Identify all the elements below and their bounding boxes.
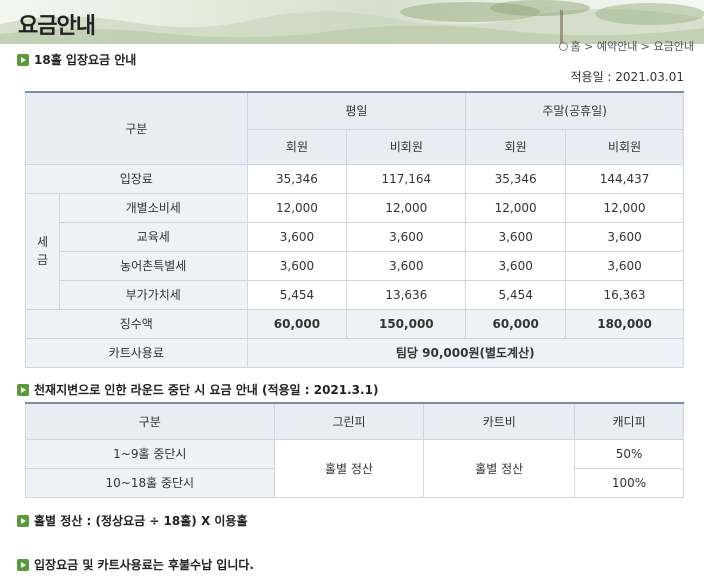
header-nonmember: 비회원 (346, 128, 467, 165)
tax-label: 세금 (25, 192, 60, 310)
section-title-text: 18홀 입장요금 안내 (34, 53, 137, 67)
cell: 3,600 (246, 250, 348, 281)
row-label: 1~9홀 중단시 (25, 438, 275, 469)
row-label: 징수액 (25, 308, 248, 339)
note-text: 입장요금 및 카트사용료는 후불수납 입니다. (34, 558, 254, 572)
header-category: 구분 (25, 91, 248, 165)
cart-fee-value: 팀당 90,000원(별도계산) (246, 337, 685, 368)
cart-fee-value: 홀별 정산 (423, 438, 576, 498)
table-row: 입장료 35,346 117,164 35,346 144,437 (25, 163, 684, 194)
apply-date: 적용일 : 2021.03.01 (570, 70, 685, 84)
section-title-entry-fee: 18홀 입장요금 안내 (17, 51, 136, 68)
cell: 3,600 (246, 221, 348, 252)
header-green-fee: 그린피 (273, 402, 425, 440)
note-text: 홀별 정산 : (정상요금 ÷ 18홀) X 이용홀 (34, 514, 248, 528)
header-weekend: 주말(공휴일) (465, 91, 684, 130)
header-cart-fee: 카트비 (423, 402, 576, 440)
cell: 50% (574, 438, 684, 469)
section-title-rain-policy: 천재지변으로 인한 라운드 중단 시 요금 안내 (적용일 : 2021.3.1… (17, 381, 378, 398)
cell: 150,000 (346, 308, 467, 339)
cell: 35,346 (465, 163, 567, 194)
cell: 3,600 (465, 221, 567, 252)
bullet-icon (17, 383, 29, 396)
cell: 3,600 (346, 250, 467, 281)
note-hole-settlement: 홀별 정산 : (정상요금 ÷ 18홀) X 이용홀 (17, 512, 248, 529)
cell: 3,600 (565, 250, 684, 281)
header-weekday: 평일 (246, 91, 467, 130)
row-label: 카트사용료 (25, 337, 248, 368)
cell: 5,454 (246, 279, 348, 310)
cell: 5,454 (465, 279, 567, 310)
row-label: 농어촌특별세 (58, 250, 248, 281)
breadcrumb: 홈 > 예약안내 > 요금안내 (558, 38, 695, 54)
bullet-icon (17, 514, 29, 527)
rain-refund-table: 구분 그린피 카트비 캐디피 1~9홀 중단시 홀별 정산 홀별 정산 50% … (25, 402, 684, 498)
table-row-total: 징수액 60,000 150,000 60,000 180,000 (25, 308, 684, 339)
cell: 3,600 (346, 221, 467, 252)
row-label: 부가가치세 (58, 279, 248, 310)
cell: 35,346 (246, 163, 348, 194)
cell: 60,000 (246, 308, 348, 339)
row-label: 교육세 (58, 221, 248, 252)
cell: 144,437 (565, 163, 684, 194)
cell: 12,000 (565, 192, 684, 223)
row-label: 개별소비세 (58, 192, 248, 223)
table-row: 세금 개별소비세 12,000 12,000 12,000 12,000 (25, 192, 684, 310)
note-postpaid: 입장요금 및 카트사용료는 후불수납 입니다. (17, 556, 254, 573)
cell: 12,000 (346, 192, 467, 223)
tax-label-text: 세금 (36, 235, 48, 267)
header-member: 회원 (246, 128, 348, 165)
cell: 12,000 (246, 192, 348, 223)
cell: 3,600 (465, 250, 567, 281)
header-nonmember: 비회원 (565, 128, 684, 165)
cell: 180,000 (565, 308, 684, 339)
header-caddie-fee: 캐디피 (574, 402, 684, 440)
header-member: 회원 (465, 128, 567, 165)
cell: 12,000 (465, 192, 567, 223)
table-row: 농어촌특별세 3,600 3,600 3,600 3,600 (26, 250, 684, 281)
row-label: 10~18홀 중단시 (25, 467, 275, 498)
bullet-icon (17, 558, 29, 571)
page-title: 요금안내 (18, 14, 96, 39)
cell: 3,600 (565, 221, 684, 252)
table-row: 1~9홀 중단시 홀별 정산 홀별 정산 50% (25, 438, 684, 498)
row-label: 입장료 (25, 163, 248, 194)
cell: 117,164 (346, 163, 467, 194)
entry-fee-table: 구분 평일 주말(공휴일) 회원 비회원 회원 비회원 입장료 35,346 1… (25, 91, 685, 368)
cell: 100% (574, 467, 684, 498)
table-row-cart: 카트사용료 팀당 90,000원(별도계산) (25, 337, 685, 368)
breadcrumb-text[interactable]: 홈 > 예약안내 > 요금안내 (571, 40, 695, 53)
table-row: 부가가치세 5,454 13,636 5,454 16,363 (26, 279, 684, 310)
green-fee-value: 홀별 정산 (273, 438, 425, 498)
header-category: 구분 (25, 402, 275, 440)
home-icon[interactable] (558, 42, 568, 51)
section-title-text: 천재지변으로 인한 라운드 중단 시 요금 안내 (적용일 : 2021.3.1… (34, 383, 379, 397)
bullet-icon (17, 53, 29, 66)
table-row: 교육세 3,600 3,600 3,600 3,600 (26, 221, 684, 252)
cell: 60,000 (465, 308, 567, 339)
cell: 13,636 (346, 279, 467, 310)
cell: 16,363 (565, 279, 684, 310)
